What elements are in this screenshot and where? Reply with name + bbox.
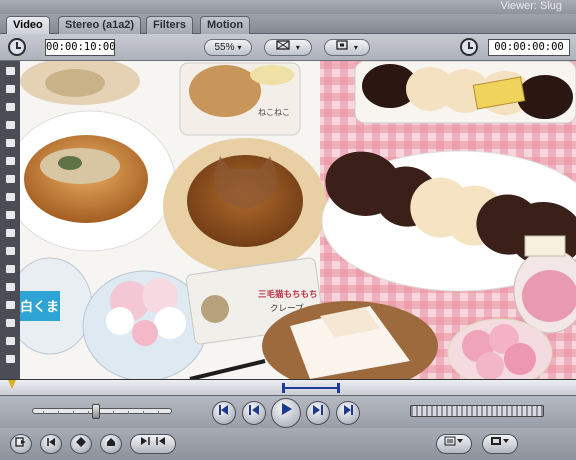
mark-clip-icon	[107, 438, 115, 446]
zoom-chevron-down-icon: ▾	[237, 43, 242, 52]
next-edit-button[interactable]	[306, 401, 330, 425]
scrubber-bar[interactable]	[0, 379, 576, 396]
tab-video[interactable]: Video	[6, 16, 50, 34]
current-time-clock-icon	[460, 38, 478, 56]
mark-in-button[interactable]	[40, 434, 62, 454]
tab-filters[interactable]: Filters	[146, 16, 194, 34]
current-timecode-field[interactable]: 00:00:00:00	[488, 39, 570, 56]
view-chevron-down-icon: ▾	[295, 43, 300, 52]
window-titlebar: Viewer: Slug	[0, 0, 576, 14]
go-to-in-button[interactable]	[212, 401, 236, 425]
overlay-popup[interactable]: ▾	[324, 39, 370, 56]
video-canvas[interactable]: ねこねこ 白くま 三毛猫もちもち クレープ	[0, 61, 576, 379]
overlay-grid-icon	[336, 40, 351, 53]
playhead-marker[interactable]	[8, 380, 16, 389]
transport-controls	[0, 396, 576, 428]
cup-label-text: 白くま	[20, 299, 59, 315]
overlay-chevron-down-icon: ▾	[353, 43, 358, 52]
view-popup[interactable]: ▾	[264, 39, 312, 56]
next-edit-icon	[313, 405, 323, 415]
film-clip-icon	[491, 437, 509, 445]
jog-control[interactable]	[410, 405, 544, 417]
in-out-range[interactable]	[282, 383, 340, 393]
window-title: Viewer: Slug	[500, 0, 562, 12]
go-to-out-button[interactable]	[336, 401, 360, 425]
mark-clip-button[interactable]	[100, 434, 122, 454]
shuttle-slider[interactable]	[32, 404, 172, 419]
zoom-value: 55%	[214, 42, 235, 53]
crepe-package-title: 三毛猫もちもち	[258, 289, 318, 300]
mark-in-out-button[interactable]	[130, 434, 176, 454]
video-frame-image: ねこねこ 白くま 三毛猫もちもち クレープ	[20, 61, 576, 379]
zoom-popup[interactable]: 55% ▾	[204, 39, 252, 56]
go-to-out-icon	[344, 405, 353, 415]
viewer-toolbar: 00:00:10:00 55% ▾ ▾ ▾ 00:00:00:00	[0, 34, 576, 61]
duration-clock-icon	[8, 38, 26, 56]
tab-stereo[interactable]: Stereo (a1a2)	[58, 16, 142, 34]
marker-icon	[76, 437, 86, 447]
film-sprocket-strip	[0, 61, 20, 379]
go-to-in-icon	[219, 405, 228, 415]
duration-timecode-field[interactable]: 00:00:10:00	[45, 39, 116, 56]
mark-in-icon	[47, 438, 55, 446]
previous-edit-icon	[249, 405, 259, 415]
tab-motion[interactable]: Motion	[200, 16, 251, 34]
add-marker-button[interactable]	[70, 434, 92, 454]
previous-edit-button[interactable]	[242, 401, 266, 425]
mark-out-icon	[141, 437, 165, 445]
sync-list-icon	[444, 436, 463, 446]
marking-controls	[0, 428, 576, 460]
tab-bar: Video Stereo (a1a2) Filters Motion	[0, 14, 576, 34]
view-mode-icon	[276, 40, 293, 53]
match-frame-icon	[15, 437, 26, 447]
playhead-sync-popup[interactable]	[436, 434, 472, 454]
shuttle-knob[interactable]	[92, 404, 101, 419]
package-text: ねこねこ	[258, 108, 290, 117]
match-frame-button[interactable]	[10, 434, 32, 454]
play-icon	[282, 403, 292, 415]
play-button[interactable]	[271, 398, 301, 428]
recent-clips-popup[interactable]	[482, 434, 518, 454]
